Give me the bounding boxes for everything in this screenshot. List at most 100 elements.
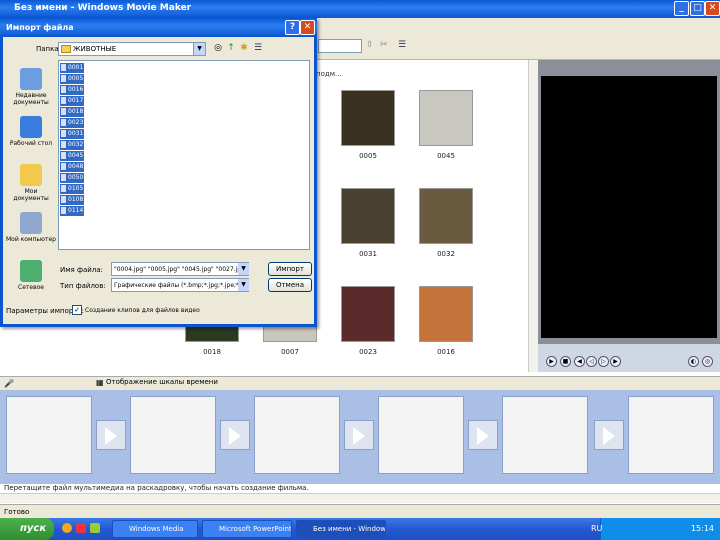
clip-tile[interactable]: 0045 bbox=[418, 90, 474, 160]
lookin-dropdown[interactable]: ЖИВОТНЫЕ ▼ bbox=[58, 42, 206, 56]
storyboard-slot[interactable] bbox=[502, 396, 588, 474]
storyboard-slot[interactable] bbox=[628, 396, 714, 474]
filename-input[interactable]: "0004.jpg" "0005.jpg" "0045.jpg" "0027.j… bbox=[111, 262, 249, 276]
storyboard-scrollbar[interactable] bbox=[0, 493, 720, 503]
clip-label: 0007 bbox=[281, 348, 299, 356]
folder-icon bbox=[61, 45, 71, 53]
new-folder-icon[interactable]: ✱ bbox=[238, 43, 250, 55]
file-item[interactable]: 0031 bbox=[60, 129, 84, 139]
clip-tile[interactable]: 0031 bbox=[340, 188, 396, 258]
my-computer-icon bbox=[20, 212, 42, 234]
cut-icon[interactable]: ✂ bbox=[380, 40, 392, 52]
minimize-button[interactable]: _ bbox=[674, 1, 689, 16]
up-folder-icon[interactable]: ⇧ bbox=[366, 40, 378, 52]
file-item[interactable]: 0050 bbox=[60, 173, 84, 183]
file-item[interactable]: 0045 bbox=[60, 151, 84, 161]
import-button[interactable]: Импорт bbox=[268, 262, 312, 276]
clip-label: 0016 bbox=[437, 348, 455, 356]
filetype-label: Тип файлов: bbox=[60, 282, 106, 290]
file-item[interactable]: 0001 bbox=[60, 63, 84, 73]
stop-icon[interactable]: ■ bbox=[560, 356, 571, 367]
up-folder-icon[interactable]: ↑ bbox=[225, 43, 237, 55]
storyboard-slot[interactable] bbox=[378, 396, 464, 474]
collections-dropdown[interactable] bbox=[318, 39, 362, 53]
task-button[interactable]: Windows Media bbox=[112, 520, 198, 538]
close-button[interactable]: ✕ bbox=[705, 1, 720, 16]
file-item[interactable]: 0023 bbox=[60, 118, 84, 128]
status-text: Готово bbox=[4, 508, 30, 516]
chevron-down-icon[interactable]: ▼ bbox=[238, 279, 249, 291]
file-list[interactable] bbox=[58, 60, 310, 250]
place-label: Рабочий стол bbox=[9, 140, 53, 147]
file-item[interactable]: 0105 bbox=[60, 184, 84, 194]
clip-tile[interactable]: 0016 bbox=[418, 286, 474, 356]
transition-slot[interactable] bbox=[220, 420, 250, 450]
back-icon[interactable]: ◎ bbox=[212, 43, 224, 55]
status-bar: Готово bbox=[0, 504, 720, 518]
clip-tile[interactable]: 0005 bbox=[340, 90, 396, 160]
file-item[interactable]: 0048 bbox=[60, 162, 84, 172]
start-button[interactable]: пуск bbox=[0, 518, 54, 540]
filetype-select[interactable]: Графические файлы (*.bmp;*.jpg;*.jpe;*. bbox=[111, 278, 249, 292]
place-desktop[interactable]: Рабочий стол bbox=[6, 116, 56, 147]
storyboard-slot[interactable] bbox=[254, 396, 340, 474]
place-recent[interactable]: Недавние документы bbox=[6, 68, 56, 106]
chevron-down-icon[interactable]: ▼ bbox=[193, 43, 205, 55]
file-item[interactable]: 0032 bbox=[60, 140, 84, 150]
storyboard-slot[interactable] bbox=[6, 396, 92, 474]
views-icon[interactable]: ☰ bbox=[398, 40, 412, 52]
clip-thumbnail bbox=[419, 286, 473, 342]
recent-documents-icon bbox=[20, 68, 42, 90]
file-item[interactable]: 0114 bbox=[60, 206, 84, 216]
task-button[interactable]: Без имени - Windows ... bbox=[296, 520, 386, 538]
app-icon[interactable] bbox=[76, 523, 86, 533]
clip-tile[interactable]: 0023 bbox=[340, 286, 396, 356]
clip-thumbnail bbox=[419, 90, 473, 146]
lookin-value: ЖИВОТНЫЕ bbox=[73, 45, 117, 53]
file-item[interactable]: 0018 bbox=[60, 107, 84, 117]
play-icon[interactable]: ▶ bbox=[546, 356, 557, 367]
file-item[interactable]: 0017 bbox=[60, 96, 84, 106]
clip-tile[interactable]: 0032 bbox=[418, 188, 474, 258]
file-item[interactable]: 0016 bbox=[60, 85, 84, 95]
transition-slot[interactable] bbox=[594, 420, 624, 450]
language-indicator[interactable]: RU bbox=[591, 524, 602, 533]
preview-screen bbox=[541, 76, 717, 338]
content-scrollbar[interactable] bbox=[528, 60, 538, 372]
split-clip-icon[interactable]: ◐ bbox=[688, 356, 699, 367]
views-icon[interactable]: ☰ bbox=[252, 43, 264, 55]
timeline-icon[interactable]: ▦ bbox=[96, 378, 104, 387]
snapshot-icon[interactable]: ◎ bbox=[702, 356, 713, 367]
cancel-button[interactable]: Отмена bbox=[268, 278, 312, 292]
clip-thumbnail bbox=[341, 188, 395, 244]
narrate-icon[interactable]: 🎤 bbox=[4, 379, 14, 388]
place-label: Мой компьютер bbox=[6, 236, 56, 243]
network-icon bbox=[20, 260, 42, 282]
previous-frame-icon[interactable]: ◁ bbox=[586, 356, 597, 367]
forward-icon[interactable]: ▶ bbox=[610, 356, 621, 367]
chevron-down-icon[interactable]: ▼ bbox=[238, 263, 249, 275]
task-button[interactable]: Microsoft PowerPoint ... bbox=[202, 520, 292, 538]
clip-thumbnail bbox=[341, 90, 395, 146]
clip-label: 0032 bbox=[437, 250, 455, 258]
file-item[interactable]: 0108 bbox=[60, 195, 84, 205]
transition-slot[interactable] bbox=[468, 420, 498, 450]
maximize-button[interactable]: □ bbox=[690, 1, 705, 16]
clock: 15:14 bbox=[690, 524, 714, 533]
transition-slot[interactable] bbox=[344, 420, 374, 450]
file-item[interactable]: 0005 bbox=[60, 74, 84, 84]
dialog-close-button[interactable]: ✕ bbox=[300, 20, 315, 35]
storyboard-slot[interactable] bbox=[130, 396, 216, 474]
place-documents[interactable]: Мои документы bbox=[6, 164, 56, 202]
create-clips-checkbox[interactable]: ✓ bbox=[72, 305, 82, 315]
filename-label: Имя файла: bbox=[60, 266, 103, 274]
browser-icon[interactable] bbox=[62, 523, 72, 533]
app-icon[interactable] bbox=[90, 523, 100, 533]
next-frame-icon[interactable]: ▷ bbox=[598, 356, 609, 367]
transition-slot[interactable] bbox=[96, 420, 126, 450]
place-computer[interactable]: Мой компьютер bbox=[6, 212, 56, 243]
rewind-icon[interactable]: ◀ bbox=[574, 356, 585, 367]
show-timeline-button[interactable]: Отображение шкалы времени bbox=[106, 378, 218, 386]
place-network[interactable]: Сетевое bbox=[6, 260, 56, 291]
dialog-help-button[interactable]: ? bbox=[285, 20, 300, 35]
